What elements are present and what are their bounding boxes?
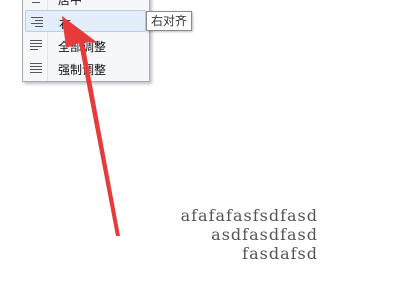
annotation-arrow-icon: [62, 16, 120, 236]
